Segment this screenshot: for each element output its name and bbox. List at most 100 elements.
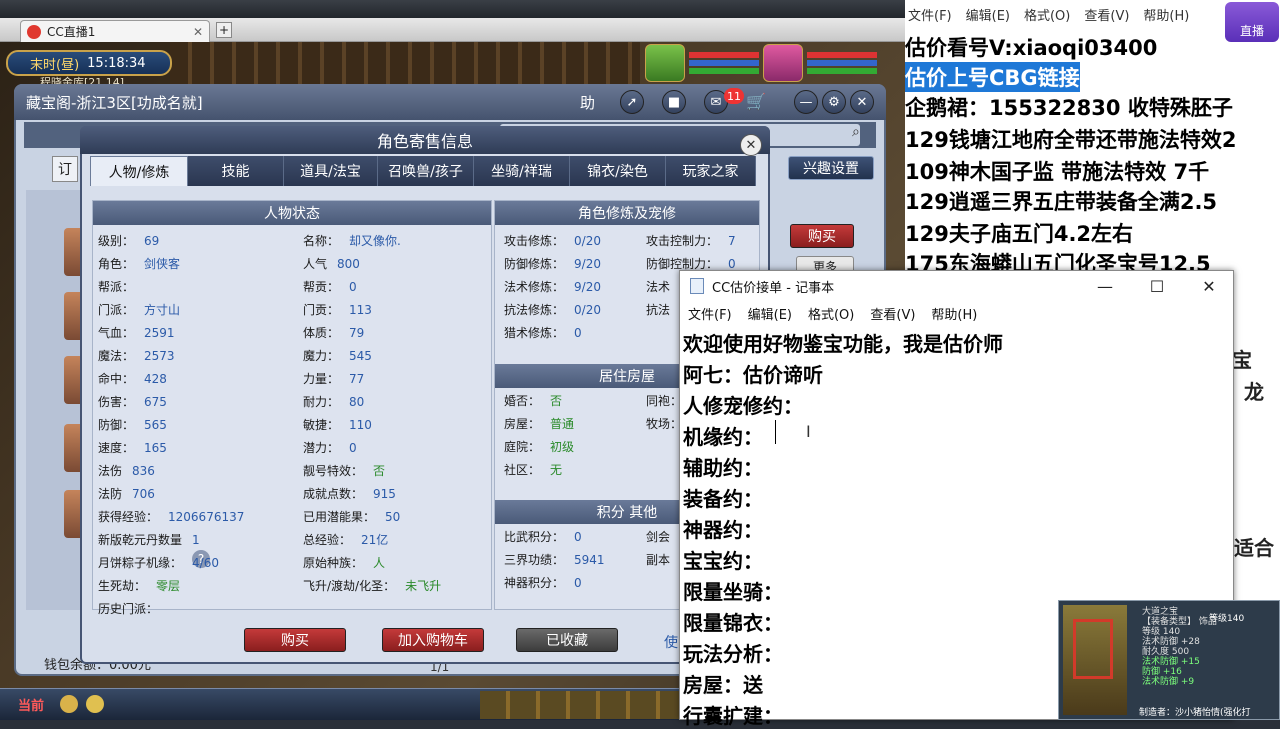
stat-row: 比武积分： 0 — [504, 528, 582, 545]
notepad-text-line: 限量坐骑： — [683, 580, 783, 604]
stat-value: 人 — [373, 556, 386, 570]
text-fragment: 适合 — [1234, 536, 1274, 560]
stat-value: 113 — [349, 303, 372, 317]
stat-label: 法术修炼： — [504, 280, 565, 294]
text-line: 企鹅裙：155322830 收特殊胚子 — [905, 96, 1233, 120]
notepad-text-line: 行囊扩建： — [683, 704, 783, 728]
stat-label: 房屋： — [504, 417, 541, 431]
menu-view[interactable]: 查看(V) — [1084, 5, 1129, 24]
current-channel-icon[interactable]: 当前 — [18, 695, 44, 714]
help-button[interactable]: 助 — [580, 92, 595, 113]
stat-row: 伤害： 675 — [98, 393, 167, 410]
side-buy-button[interactable]: 购买 — [790, 224, 854, 248]
menu-help[interactable]: 帮助(H) — [1143, 5, 1189, 24]
stat-row: 靓号特效： 否 — [303, 462, 385, 479]
stat-value: 0/20 — [574, 303, 601, 317]
close-icon[interactable]: ✕ — [193, 25, 203, 39]
menu-format[interactable]: 格式(O) — [1024, 5, 1070, 24]
stat-label: 三界功绩： — [504, 553, 565, 567]
stat-value: 79 — [349, 326, 365, 340]
cart-icon[interactable]: 🛒 — [746, 92, 766, 111]
stream-logo: 直播 — [1225, 2, 1279, 42]
order-tab-stub[interactable]: 订 — [52, 156, 78, 182]
cultivation-heading: 角色修炼及宠修 — [495, 201, 759, 225]
menu-edit[interactable]: 编辑(E) — [748, 304, 792, 323]
stat-value: 1206676137 — [168, 510, 245, 524]
tab-pets[interactable]: 召唤兽/孩子 — [378, 156, 474, 186]
close-icon[interactable]: ✕ — [850, 90, 874, 114]
player-portrait[interactable] — [763, 44, 803, 82]
stat-label: 生死劫： — [98, 579, 147, 593]
stat-value: 21亿 — [361, 533, 389, 547]
mic-icon[interactable] — [60, 695, 78, 713]
stat-row: 名称： 却又像你. — [303, 232, 401, 249]
stat-row: 抗法修炼： 0/20 — [504, 301, 601, 318]
share-icon[interactable]: ➚ — [620, 90, 644, 114]
pet-portrait[interactable] — [645, 44, 685, 82]
browser-tab[interactable]: CC直播1 ✕ — [20, 20, 210, 42]
stat-row: 房屋： 普通 — [504, 415, 574, 432]
stat-label: 原始种族： — [303, 556, 364, 570]
stat-row: 防御修炼： 9/20 — [504, 255, 601, 272]
menu-view[interactable]: 查看(V) — [870, 304, 915, 323]
stat-row: 副本 — [646, 551, 680, 568]
stat-label: 飞升/渡劫/化圣： — [303, 579, 396, 593]
menu-file[interactable]: 文件(F) — [908, 5, 952, 24]
collected-button[interactable]: 已收藏 — [516, 628, 618, 652]
stat-label: 总经验： — [303, 533, 352, 547]
stat-row: 法伤 836 — [98, 462, 155, 479]
emoji-icon[interactable] — [86, 695, 104, 713]
search-icon[interactable]: ⌕ — [852, 124, 860, 140]
interest-settings-button[interactable]: 兴趣设置 — [788, 156, 874, 180]
use-link-stub[interactable]: 使 — [664, 632, 678, 652]
minimize-icon[interactable]: — — [794, 90, 818, 114]
stat-value: 无 — [550, 463, 563, 477]
tab-outfits[interactable]: 锦衣/染色 — [570, 156, 666, 186]
tab-mounts[interactable]: 坐骑/祥瑞 — [474, 156, 570, 186]
maximize-icon[interactable]: ☐ — [1143, 277, 1171, 296]
tab-items[interactable]: 道具/法宝 — [284, 156, 378, 186]
ibeam-cursor-icon: I — [806, 422, 811, 441]
tab-skills[interactable]: 技能 — [188, 156, 284, 186]
stop-icon[interactable]: ■ — [662, 90, 686, 114]
notepad-title-bar: CC估价接单 - 记事本 — ☐ ✕ — [680, 271, 1233, 301]
menu-file[interactable]: 文件(F) — [688, 304, 732, 323]
buy-button[interactable]: 购买 — [244, 628, 346, 652]
stat-row: 帮贡： 0 — [303, 278, 357, 295]
game-clock: 末时(昼) 15:18:34 — [6, 50, 172, 76]
stat-value: 69 — [144, 234, 160, 248]
menu-help[interactable]: 帮助(H) — [931, 304, 977, 323]
stat-row: 飞升/渡劫/化圣： 未飞升 — [303, 577, 441, 594]
panel-close-icon[interactable]: ✕ — [740, 134, 762, 156]
stat-value: 915 — [373, 487, 396, 501]
tab-player-home[interactable]: 玩家之家 — [666, 156, 756, 186]
stat-value: 否 — [373, 464, 386, 478]
stat-row: 成就点数： 915 — [303, 485, 396, 502]
browser-top-strip — [0, 0, 905, 18]
menu-edit[interactable]: 编辑(E) — [966, 5, 1010, 24]
stat-label: 耐力： — [303, 395, 340, 409]
stat-label: 获得经验： — [98, 510, 159, 524]
close-icon[interactable]: ✕ — [1195, 277, 1223, 296]
add-to-cart-button[interactable]: 加入购物车 — [382, 628, 484, 652]
stat-label: 猎术修炼： — [504, 326, 565, 340]
stat-label: 速度： — [98, 441, 135, 455]
stat-row: 三界功绩： 5941 — [504, 551, 605, 568]
stat-label: 气血： — [98, 326, 135, 340]
tab-character[interactable]: 人物/修炼 — [90, 156, 188, 186]
panel-title: 角色寄售信息 — [80, 126, 770, 154]
panel-tab-bar: 人物/修炼 技能 道具/法宝 召唤兽/孩子 坐骑/祥瑞 锦衣/染色 玩家之家 — [90, 156, 770, 186]
notepad-text-line: 机缘约： — [683, 425, 763, 449]
notepad-text-line: 装备约： — [683, 487, 763, 511]
settings-icon[interactable]: ⚙ — [822, 90, 846, 114]
text-line: 129夫子庙五门4.2左右 — [905, 222, 1134, 246]
minimize-icon[interactable]: — — [1091, 277, 1119, 296]
stat-value: 800 — [337, 257, 360, 271]
menu-format[interactable]: 格式(O) — [808, 304, 854, 323]
notepad-text-line: 人修宠修约： — [683, 394, 803, 418]
cbg-title-bar: 藏宝阁-浙江3区[功成名就] 助 ➚ ■ ✉ 11 🛒 — ⚙ ✕ — [14, 84, 886, 120]
stat-row: 获得经验： 1206676137 — [98, 508, 244, 525]
new-tab-button[interactable]: + — [216, 22, 232, 38]
stat-label: 力量： — [303, 372, 340, 386]
stat-row: 抗法 — [646, 301, 680, 318]
